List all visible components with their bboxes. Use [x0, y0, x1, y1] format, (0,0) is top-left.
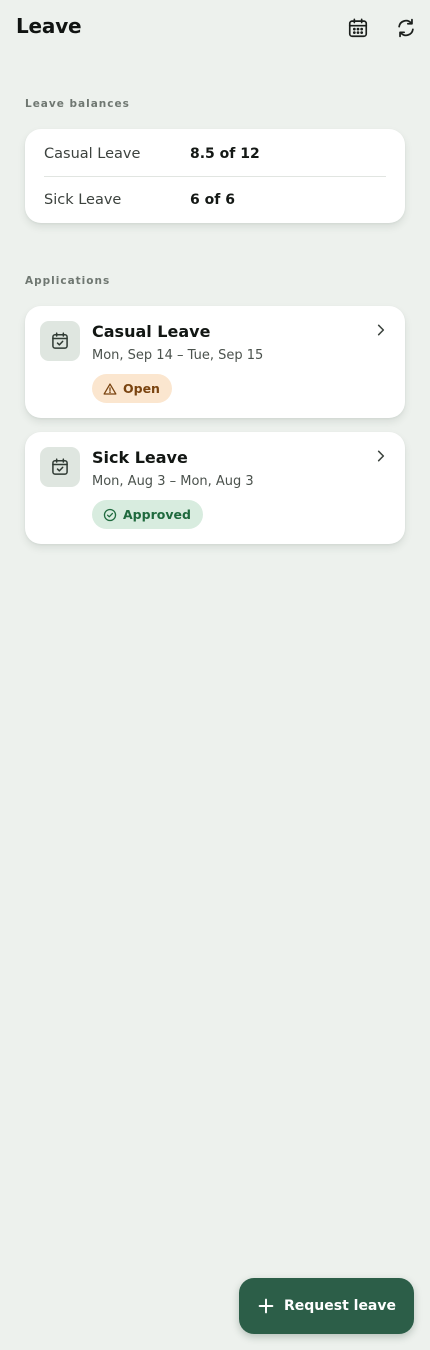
application-leave-type: Sick Leave	[92, 448, 188, 467]
status-badge-label: Approved	[123, 507, 191, 522]
applications-section-label: Applications	[25, 275, 111, 287]
calendar-icon	[348, 18, 368, 38]
status-badge: Approved	[92, 500, 203, 529]
leave-screen: Leave Leave balances Casual Leave 8.5 of…	[0, 0, 430, 1350]
application-card[interactable]: Casual Leave Mon, Sep 14 – Tue, Sep 15 O…	[25, 306, 405, 418]
leave-type-icon-box	[40, 447, 80, 487]
balance-value: 8.5 of 12	[190, 146, 260, 162]
status-badge-label: Open	[123, 381, 160, 396]
balance-value: 6 of 6	[190, 192, 235, 208]
balance-name: Sick Leave	[44, 192, 122, 208]
balance-row: Sick Leave 6 of 6	[44, 177, 386, 223]
application-dates: Mon, Aug 3 – Mon, Aug 3	[92, 474, 254, 489]
application-leave-type: Casual Leave	[92, 322, 211, 341]
request-leave-button[interactable]: Request leave	[239, 1278, 414, 1334]
calendar-button[interactable]	[343, 13, 373, 43]
request-leave-label: Request leave	[283, 1298, 397, 1314]
leave-type-icon-box	[40, 321, 80, 361]
refresh-button[interactable]	[391, 13, 421, 43]
chevron-right-icon	[377, 324, 385, 336]
calendar-check-icon	[52, 332, 68, 349]
balances-card: Casual Leave 8.5 of 12 Sick Leave 6 of 6	[25, 129, 405, 223]
application-card[interactable]: Sick Leave Mon, Aug 3 – Mon, Aug 3 Appro…	[25, 432, 405, 544]
warning-icon	[103, 382, 117, 395]
application-dates: Mon, Sep 14 – Tue, Sep 15	[92, 348, 264, 363]
balances-section-label: Leave balances	[25, 98, 130, 110]
balance-name: Casual Leave	[44, 146, 141, 162]
plus-icon	[258, 1298, 274, 1314]
page-title: Leave	[16, 14, 82, 38]
calendar-check-icon	[52, 458, 68, 475]
balance-row: Casual Leave 8.5 of 12	[44, 131, 386, 177]
refresh-icon	[398, 18, 414, 38]
app-header: Leave	[0, 0, 430, 56]
chevron-right-icon	[377, 450, 385, 462]
check-circle-icon	[103, 508, 117, 521]
status-badge: Open	[92, 374, 172, 403]
